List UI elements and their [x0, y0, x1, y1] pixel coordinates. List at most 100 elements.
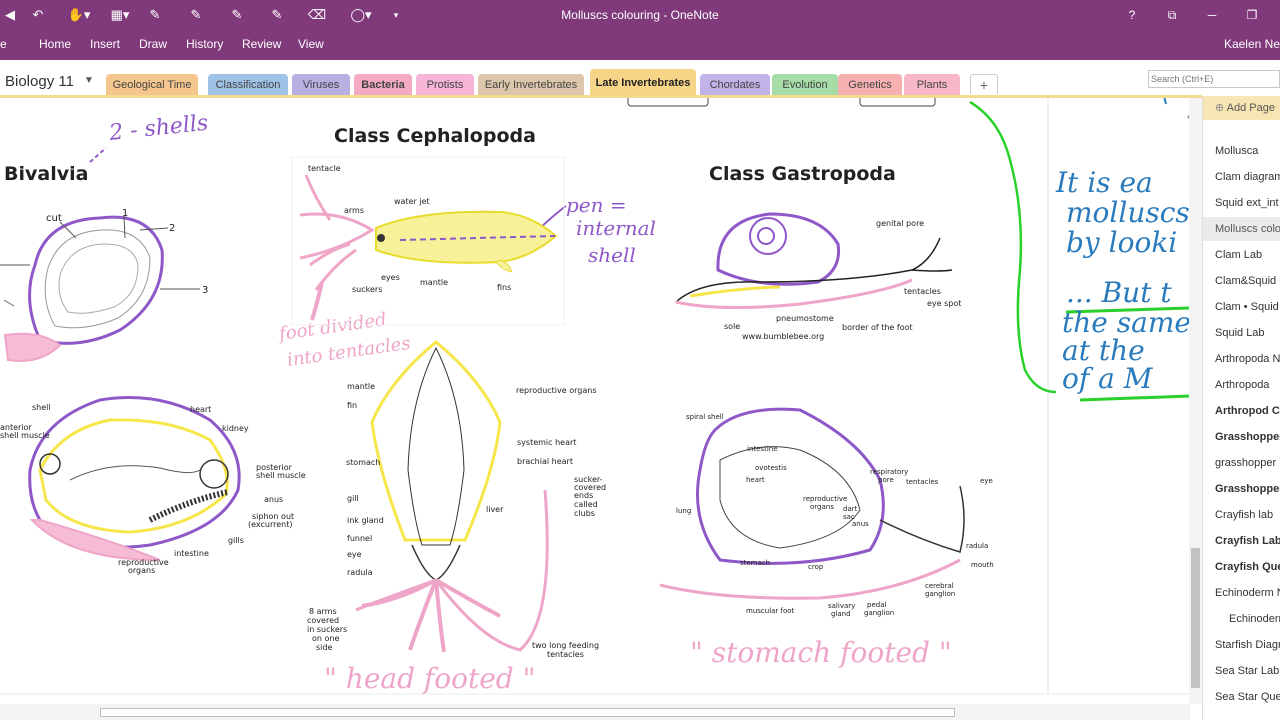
- section-tab-plants[interactable]: Plants: [904, 74, 960, 96]
- cephalopoda-title: Class Cephalopoda: [334, 125, 536, 147]
- section-tab-bacteria[interactable]: Bacteria: [354, 74, 412, 96]
- page-item[interactable]: Mollusca: [1215, 145, 1258, 157]
- page-list: ⊕ Add Page Mollusca Clam diagram Squid ext…: [1202, 96, 1280, 720]
- help-button[interactable]: ?: [1112, 0, 1152, 30]
- page-item[interactable]: Clam Lab: [1215, 249, 1262, 261]
- svg-text:ganglion: ganglion: [925, 590, 955, 598]
- label-eight-arms: 8 arms: [309, 607, 337, 616]
- label-intestine: intestine: [174, 549, 209, 558]
- page-item[interactable]: Squid ext_int: [1215, 197, 1279, 209]
- tab-home[interactable]: Home: [39, 37, 71, 51]
- horizontal-scrollbar-thumb[interactable]: [100, 708, 955, 717]
- page-item[interactable]: Arthropoda N: [1215, 353, 1280, 365]
- section-tab-viruses[interactable]: Viruses: [292, 74, 350, 96]
- section-tab-geological-time[interactable]: Geological Time: [106, 74, 198, 96]
- page-item[interactable]: Clam • Squid: [1215, 301, 1279, 313]
- back-icon[interactable]: ◀: [0, 0, 20, 30]
- vertical-scrollbar-thumb[interactable]: [1191, 548, 1200, 688]
- label-sn-intestine: intestine: [747, 445, 778, 453]
- page-item[interactable]: Crayfish Lab: [1215, 535, 1280, 547]
- page-item[interactable]: Squid Lab: [1215, 327, 1265, 339]
- add-section-button[interactable]: +: [970, 74, 998, 94]
- side-note-line3: by looki: [1066, 226, 1177, 259]
- svg-text:in suckers: in suckers: [307, 625, 347, 634]
- label-gill: gill: [347, 494, 359, 503]
- shapes-icon[interactable]: ◯▾: [346, 0, 376, 30]
- tab-insert[interactable]: Insert: [90, 37, 120, 51]
- page-item[interactable]: Molluscs colou: [1215, 223, 1280, 235]
- tab-draw[interactable]: Draw: [139, 37, 167, 51]
- undo-icon[interactable]: ↶: [28, 0, 48, 30]
- label-two-tentacles: two long feeding: [532, 641, 599, 650]
- squid-exterior-diagram: [291, 156, 565, 326]
- page-item[interactable]: Arthropod Co: [1215, 405, 1280, 417]
- file-tab[interactable]: e: [0, 37, 7, 51]
- label-sq-fin: fin: [347, 401, 357, 410]
- horizontal-scrollbar[interactable]: [0, 704, 1190, 720]
- touch-mode-icon[interactable]: ✋▾: [64, 0, 94, 30]
- minimize-button[interactable]: ─: [1192, 0, 1232, 30]
- page-item[interactable]: Starfish Diagra: [1215, 639, 1280, 651]
- section-tab-protists[interactable]: Protists: [416, 74, 474, 96]
- page-item[interactable]: Arthropoda: [1215, 379, 1269, 391]
- page-item[interactable]: Clam diagram: [1215, 171, 1280, 183]
- label-heart: heart: [190, 405, 211, 414]
- page-item[interactable]: Echinoderm: [1229, 613, 1280, 625]
- page-item[interactable]: Clam&Squid C: [1215, 275, 1280, 287]
- add-page-button[interactable]: ⊕ Add Page: [1203, 96, 1280, 120]
- svg-text:on one: on one: [312, 634, 339, 643]
- section-tab-evolution[interactable]: Evolution: [772, 74, 838, 96]
- clam-internal-diagram: [28, 396, 241, 561]
- red-pen-icon[interactable]: ✎: [185, 0, 207, 30]
- tab-view[interactable]: View: [298, 37, 324, 51]
- section-tab-classification[interactable]: Classification: [208, 74, 288, 96]
- section-tab-chordates[interactable]: Chordates: [700, 74, 770, 96]
- section-tab-late-invertebrates[interactable]: Late Invertebrates: [590, 69, 696, 96]
- note-canvas[interactable]: ⤢ Bivalvia Class Cephalopoda Class Gastr…: [0, 98, 1190, 698]
- notebook-dropdown-icon[interactable]: ▼: [84, 75, 94, 86]
- page-item[interactable]: Crayfish Ques: [1215, 561, 1280, 573]
- label-mantle: mantle: [420, 278, 448, 287]
- section-tab-early-invertebrates[interactable]: Early Invertebrates: [478, 74, 584, 96]
- lasso-select-icon[interactable]: ▦▾: [106, 0, 134, 30]
- label-suckers: suckers: [352, 285, 382, 294]
- black-pen-icon[interactable]: ✎: [144, 0, 166, 30]
- label-salivary-gland: salivary: [828, 602, 855, 610]
- svg-text:gland: gland: [831, 610, 851, 618]
- tab-history[interactable]: History: [186, 37, 223, 51]
- page-item[interactable]: Echinoderm N: [1215, 587, 1280, 599]
- label-cerebral-ganglion: cerebral: [925, 582, 954, 590]
- label-ink-gland: ink gland: [347, 516, 384, 525]
- vertical-scrollbar[interactable]: [1189, 98, 1202, 704]
- search-input[interactable]: [1148, 70, 1280, 88]
- svg-text:organs: organs: [128, 566, 155, 575]
- label-sn-tentacles: tentacles: [906, 478, 939, 486]
- notebook-name[interactable]: Biology 11: [5, 73, 74, 90]
- customize-quick-access-icon[interactable]: ▾: [388, 0, 404, 30]
- blue-pen-icon[interactable]: ✎: [226, 0, 248, 30]
- label-crop: crop: [808, 563, 824, 571]
- bivalvia-title: Bivalvia: [4, 163, 88, 185]
- page-item[interactable]: Sea Star Lab D: [1215, 665, 1280, 677]
- label-anus: anus: [264, 495, 283, 504]
- label-sq-repro: reproductive organs: [516, 386, 597, 395]
- user-name[interactable]: Kaelen Ne: [1224, 37, 1280, 51]
- label-3: 3: [202, 285, 208, 296]
- page-item[interactable]: Grasshopper: [1215, 431, 1280, 443]
- green-pen-icon[interactable]: ✎: [266, 0, 288, 30]
- svg-text:called: called: [574, 500, 598, 509]
- page-item[interactable]: Sea Star Quest: [1215, 691, 1280, 703]
- label-eye: eye: [347, 550, 362, 559]
- eraser-icon[interactable]: ⌫: [306, 0, 328, 30]
- page-item[interactable]: Crayfish lab: [1215, 509, 1273, 521]
- full-page-view-button[interactable]: ⧉: [1152, 0, 1192, 30]
- section-tab-genetics[interactable]: Genetics: [838, 74, 902, 96]
- svg-text:ganglion: ganglion: [864, 609, 894, 617]
- page-item[interactable]: grasshopper: [1215, 457, 1276, 469]
- maximize-button[interactable]: ❐: [1232, 0, 1272, 30]
- label-water-jet: water jet: [394, 197, 430, 206]
- section-bar: Biology 11 ▼ Geological Time Classificati…: [0, 60, 1280, 96]
- tab-review[interactable]: Review: [242, 37, 281, 51]
- partial-box: [859, 98, 936, 107]
- page-item[interactable]: Grasshopper: [1215, 483, 1280, 495]
